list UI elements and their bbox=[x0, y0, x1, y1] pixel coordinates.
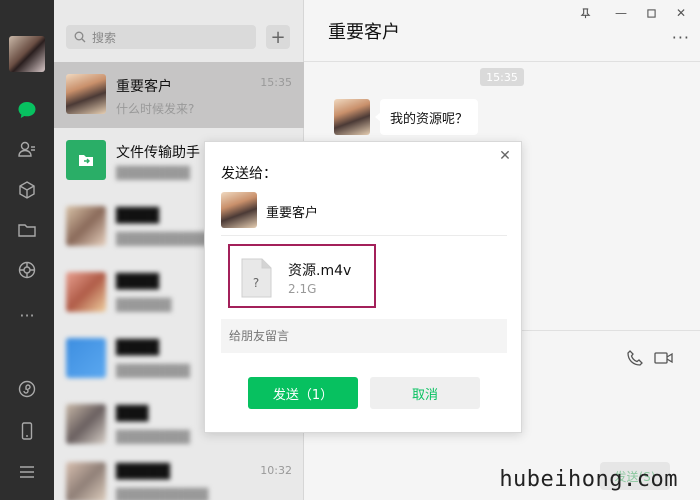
close-window-icon[interactable]: ✕ bbox=[670, 4, 692, 22]
cube-icon[interactable] bbox=[0, 173, 54, 207]
moments-icon[interactable] bbox=[0, 253, 54, 287]
conversation-preview: ██████ bbox=[116, 298, 172, 312]
nav-sidebar: ··· bbox=[0, 0, 54, 500]
conversation-time: 10:32 bbox=[260, 464, 292, 477]
search-input[interactable]: 搜索 bbox=[66, 25, 256, 49]
watermark: hubeihong.com bbox=[499, 467, 678, 492]
mini-program-icon[interactable] bbox=[0, 372, 54, 406]
contacts-icon[interactable] bbox=[0, 132, 54, 166]
sender-avatar[interactable] bbox=[334, 99, 370, 135]
chat-title: 重要客户 bbox=[328, 22, 400, 43]
phone-icon[interactable] bbox=[0, 414, 54, 448]
chat-more-icon[interactable]: ··· bbox=[672, 28, 690, 47]
recipient-avatar bbox=[221, 192, 257, 228]
conversation-name: 重要客户 bbox=[116, 79, 172, 95]
conversation-name: ████ bbox=[116, 208, 160, 224]
file-card[interactable]: ? 资源.m4v 2.1G bbox=[228, 244, 376, 308]
close-icon[interactable]: ✕ bbox=[497, 148, 513, 164]
divider bbox=[221, 235, 507, 236]
unknown-file-icon: ? bbox=[241, 258, 272, 298]
conversation-name: █████ bbox=[116, 464, 170, 480]
conversation-name: ████ bbox=[116, 340, 160, 356]
contact-avatar bbox=[66, 206, 106, 246]
contact-avatar bbox=[66, 74, 106, 114]
message-timestamp: 15:35 bbox=[480, 68, 524, 86]
user-avatar[interactable] bbox=[9, 36, 45, 72]
contact-avatar bbox=[66, 338, 106, 378]
file-transfer-icon bbox=[66, 140, 106, 180]
send-button[interactable]: 发送（1） bbox=[248, 377, 358, 409]
chat-header: 重要客户 — ✕ ··· bbox=[304, 0, 700, 62]
voice-call-icon[interactable] bbox=[626, 349, 644, 371]
conversation-item[interactable]: █████ 10:32 ██████████ bbox=[54, 450, 304, 500]
contact-avatar bbox=[66, 404, 106, 444]
menu-icon[interactable] bbox=[0, 455, 54, 489]
conversation-preview: ██████████ bbox=[116, 488, 209, 500]
video-call-icon[interactable] bbox=[654, 349, 674, 371]
send-to-dialog: ✕ 发送给： 重要客户 ? 资源.m4v 2.1G 发送（1） 取消 bbox=[204, 141, 522, 433]
chat-icon[interactable] bbox=[0, 93, 54, 127]
search-icon bbox=[74, 31, 86, 43]
conversation-time: 15:35 bbox=[260, 76, 292, 89]
conversation-preview: 什么时候发来? bbox=[116, 102, 195, 116]
message-note-input[interactable] bbox=[221, 319, 507, 353]
conversation-name: ███ bbox=[116, 406, 149, 422]
file-name: 资源.m4v bbox=[288, 263, 352, 279]
folder-icon[interactable] bbox=[0, 213, 54, 247]
pin-icon[interactable] bbox=[574, 4, 596, 22]
contact-avatar bbox=[66, 462, 106, 500]
message-bubble: 我的资源呢？ bbox=[374, 99, 479, 135]
conversation-preview: ████████ bbox=[116, 430, 190, 444]
file-size: 2.1G bbox=[288, 282, 317, 296]
conversation-name: ████ bbox=[116, 274, 160, 290]
conversation-preview: ████████ bbox=[116, 166, 190, 180]
recipient-name: 重要客户 bbox=[266, 206, 319, 221]
cancel-button[interactable]: 取消 bbox=[370, 377, 480, 409]
minimize-icon[interactable]: — bbox=[610, 4, 632, 22]
search-placeholder: 搜索 bbox=[92, 30, 117, 45]
conversation-preview: ████████ bbox=[116, 364, 190, 378]
maximize-icon[interactable] bbox=[640, 4, 662, 22]
conversation-name: 文件传输助手 bbox=[116, 145, 200, 161]
dialog-title: 发送给： bbox=[221, 166, 277, 182]
more-dots-icon[interactable]: ··· bbox=[0, 298, 54, 332]
file-icon-glyph: ? bbox=[253, 276, 259, 290]
conversation-preview: ██████████ bbox=[116, 232, 209, 246]
add-button[interactable]: + bbox=[266, 25, 290, 49]
contact-avatar bbox=[66, 272, 106, 312]
conversation-item[interactable]: 重要客户 15:35 什么时候发来? bbox=[54, 62, 304, 128]
